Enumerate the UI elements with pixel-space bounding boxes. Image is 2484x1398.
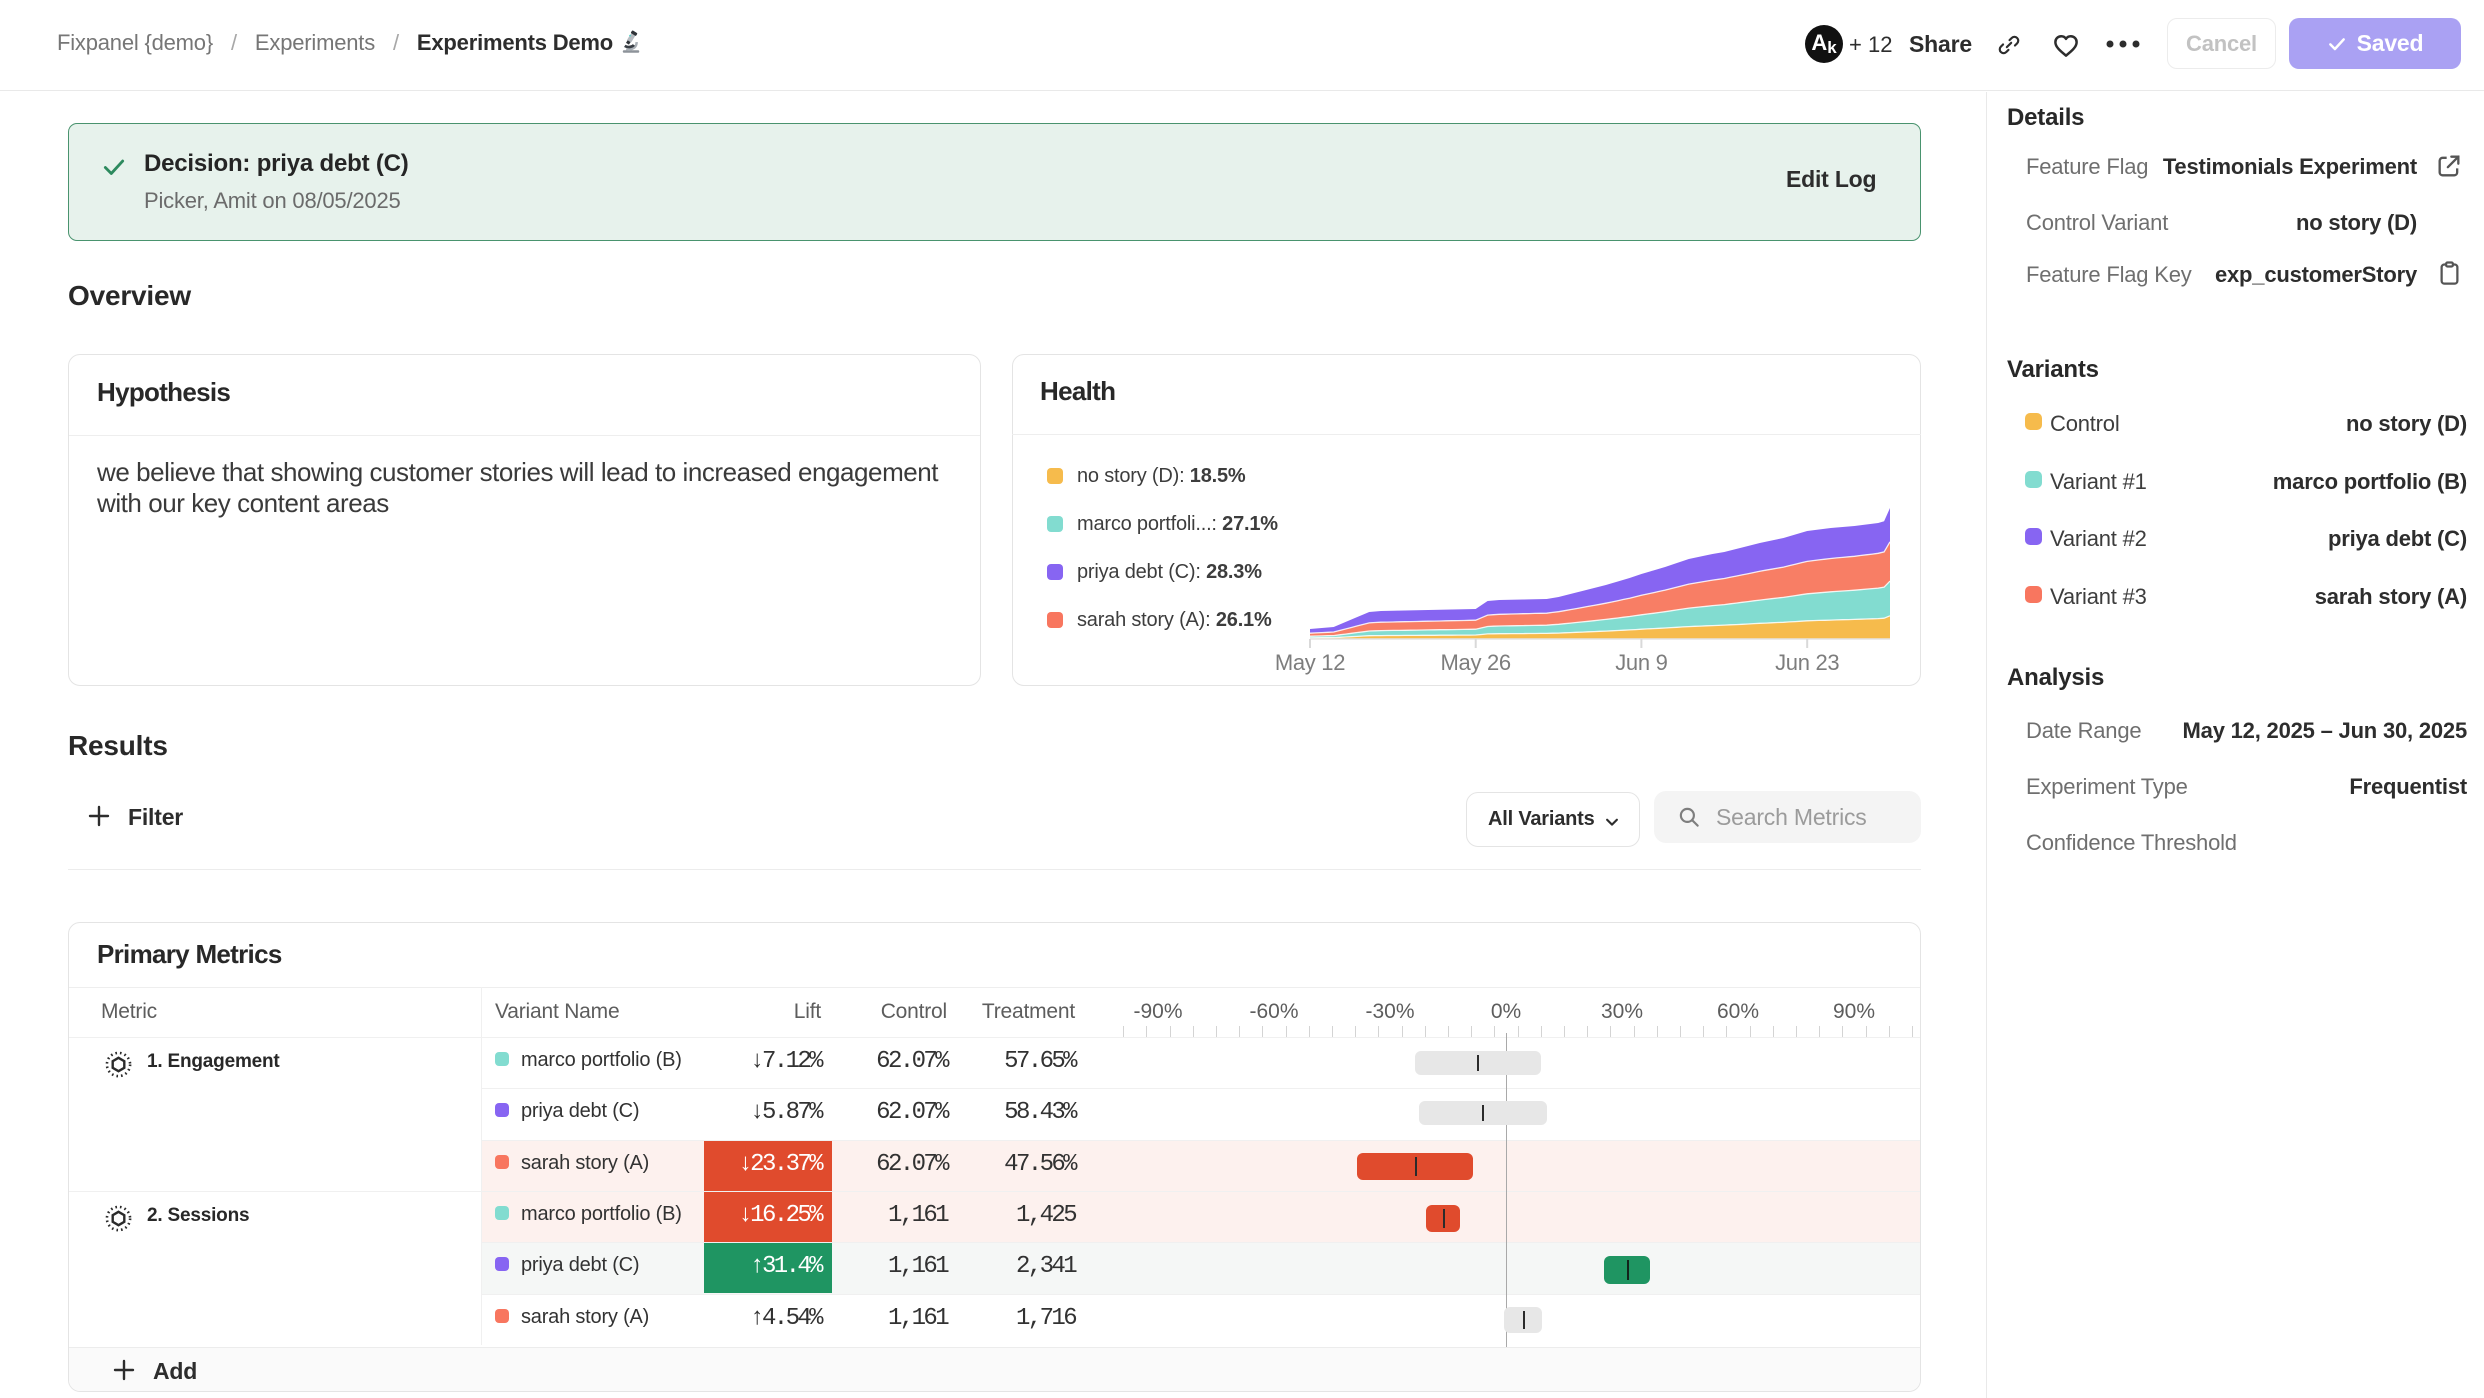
svg-text:Jun 23: Jun 23 bbox=[1775, 650, 1839, 675]
svg-text:May 26: May 26 bbox=[1441, 650, 1511, 675]
svg-text:Jun 9: Jun 9 bbox=[1615, 650, 1667, 675]
svg-text:May 12: May 12 bbox=[1275, 650, 1345, 675]
